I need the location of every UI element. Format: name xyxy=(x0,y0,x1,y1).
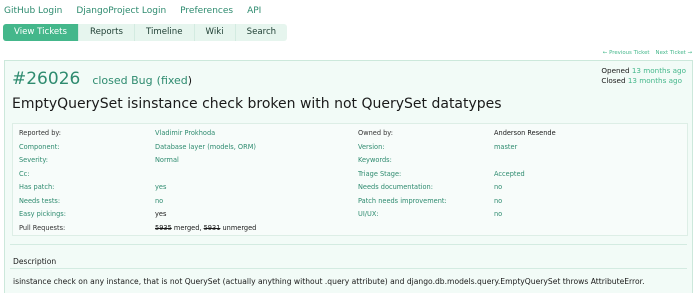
description-divider xyxy=(10,268,687,269)
opened-label: Opened xyxy=(601,66,630,75)
pull-request-state: unmerged xyxy=(222,223,257,232)
api-link[interactable]: API xyxy=(247,6,261,16)
ticket-navigation: ← Previous Ticket Next Ticket → xyxy=(603,50,692,56)
needs-tests-label[interactable]: Needs tests: xyxy=(19,197,60,205)
ticket-summary: EmptyQuerySet isinstance check broken wi… xyxy=(12,96,502,112)
github-login-link[interactable]: GitHub Login xyxy=(4,6,62,16)
ticket-properties: Reported by: Vladimir Prokhoda Owned by:… xyxy=(12,123,688,236)
ui-ux-value[interactable]: no xyxy=(494,210,502,218)
closed-date-row: Closed 13 months ago xyxy=(601,76,686,86)
pull-requests-value: 5935 merged, 5931 unmerged xyxy=(155,224,256,232)
opened-date-row: Opened 13 months ago xyxy=(601,66,686,76)
property-row: Component: Database layer (models, ORM) … xyxy=(13,140,687,154)
top-navigation: GitHub Login DjangoProject Login Prefere… xyxy=(4,6,261,16)
easy-pickings-label[interactable]: Easy pickings: xyxy=(19,210,66,218)
property-row: Easy pickings: yes UI/UX: no xyxy=(13,207,687,221)
tab-reports[interactable]: Reports xyxy=(79,24,135,41)
closed-date-link[interactable]: 13 months ago xyxy=(628,76,682,85)
severity-label[interactable]: Severity: xyxy=(19,156,48,164)
triage-stage-value[interactable]: Accepted xyxy=(494,170,525,178)
property-row: Reported by: Vladimir Prokhoda Owned by:… xyxy=(13,126,687,140)
preferences-link[interactable]: Preferences xyxy=(180,6,233,16)
property-row: Pull Requests: 5935 merged, 5931 unmerge… xyxy=(13,221,687,235)
property-row: Has patch: yes Needs documentation: no xyxy=(13,180,687,194)
description-text: isinstance check on any instance, that i… xyxy=(13,277,645,286)
pull-request-link[interactable]: 5931 xyxy=(204,224,221,232)
resolution-close-paren: ) xyxy=(187,74,193,87)
pull-requests-label: Pull Requests: xyxy=(19,223,66,232)
tab-timeline[interactable]: Timeline xyxy=(135,24,195,41)
description-title: Description xyxy=(13,257,57,266)
owned-by-label: Owned by: xyxy=(358,129,393,137)
has-patch-label[interactable]: Has patch: xyxy=(19,183,54,191)
has-patch-value[interactable]: yes xyxy=(155,183,166,191)
ticket-status: closed Bug xyxy=(92,74,153,87)
severity-value[interactable]: Normal xyxy=(155,156,179,164)
resolution-value: fixed xyxy=(160,74,188,87)
version-value[interactable]: master xyxy=(494,143,517,151)
ticket-dates: Opened 13 months ago Closed 13 months ag… xyxy=(601,66,686,86)
ticket-header: #26026 closed Bug (fixed) xyxy=(12,69,192,89)
owned-by-value: Anderson Resende xyxy=(494,129,556,137)
patch-needs-improvement-label[interactable]: Patch needs improvement: xyxy=(358,197,447,205)
closed-label: Closed xyxy=(601,76,626,85)
next-ticket-link[interactable]: Next Ticket → xyxy=(656,50,692,56)
property-row: Needs tests: no Patch needs improvement:… xyxy=(13,194,687,208)
component-value[interactable]: Database layer (models, ORM) xyxy=(155,143,256,151)
cc-label[interactable]: Cc: xyxy=(19,170,29,178)
ticket-resolution: (fixed) xyxy=(157,74,192,87)
needs-documentation-label[interactable]: Needs documentation: xyxy=(358,183,433,191)
patch-needs-improvement-value[interactable]: no xyxy=(494,197,502,205)
reported-by-label: Reported by: xyxy=(19,129,62,137)
version-label[interactable]: Version: xyxy=(358,143,384,151)
triage-stage-label[interactable]: Triage Stage: xyxy=(358,170,401,178)
tab-view-tickets[interactable]: View Tickets xyxy=(3,24,80,41)
reported-by-value[interactable]: Vladimir Prokhoda xyxy=(155,129,215,137)
ticket-box: #26026 closed Bug (fixed) Opened 13 mont… xyxy=(4,60,693,293)
property-row: Severity: Normal Keywords: xyxy=(13,153,687,167)
needs-documentation-value[interactable]: no xyxy=(494,183,502,191)
pull-request-state: merged, xyxy=(173,223,202,232)
ticket-number[interactable]: #26026 xyxy=(12,69,80,89)
easy-pickings-value: yes xyxy=(155,210,167,218)
previous-ticket-link[interactable]: ← Previous Ticket xyxy=(603,50,650,56)
djangoproject-login-link[interactable]: DjangoProject Login xyxy=(76,6,166,16)
opened-date-link[interactable]: 13 months ago xyxy=(632,66,686,75)
tab-search[interactable]: Search xyxy=(236,24,288,41)
ui-ux-label[interactable]: UI/UX: xyxy=(358,210,379,218)
main-tabs: View Tickets Reports Timeline Wiki Searc… xyxy=(3,24,288,41)
component-label[interactable]: Component: xyxy=(19,143,60,151)
tab-wiki[interactable]: Wiki xyxy=(195,24,236,41)
property-row: Cc: Triage Stage: Accepted xyxy=(13,167,687,181)
description-divider xyxy=(10,244,687,245)
needs-tests-value[interactable]: no xyxy=(155,197,163,205)
pull-request-link[interactable]: 5935 xyxy=(155,224,172,232)
keywords-label[interactable]: Keywords: xyxy=(358,156,392,164)
